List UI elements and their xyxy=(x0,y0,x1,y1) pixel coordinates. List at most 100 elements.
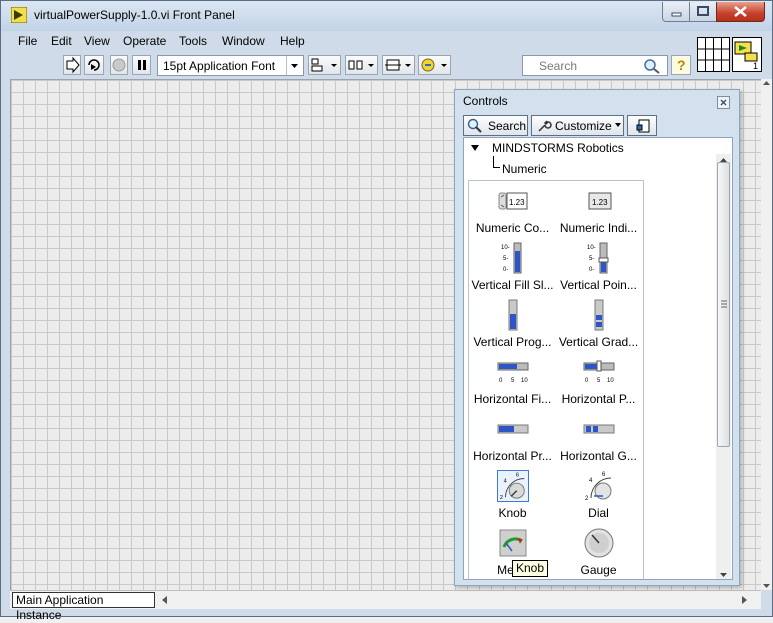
tree-branch-line xyxy=(493,156,500,168)
expand-triangle-icon[interactable] xyxy=(470,143,480,153)
svg-text:10-: 10- xyxy=(501,245,510,251)
tree-category-mindstorms[interactable]: MINDSTORMS Robotics xyxy=(492,141,624,155)
resize-objects-button[interactable] xyxy=(382,55,415,75)
search-icon xyxy=(467,118,482,133)
dial-icon: 4 6 2 xyxy=(585,472,612,502)
palette-item-numeric-control[interactable]: 1.23 Numeric Co... xyxy=(470,181,555,238)
palette-item-dial[interactable]: 4 6 2 Dial xyxy=(556,466,641,523)
palette-item-label: Horizontal Pr... xyxy=(473,449,552,463)
palette-search-button[interactable]: Search xyxy=(463,115,528,136)
search-input[interactable]: Search xyxy=(522,55,668,76)
palette-vertical-scrollbar[interactable] xyxy=(716,154,731,579)
menu-operate[interactable]: Operate xyxy=(123,34,166,48)
svg-text:6: 6 xyxy=(516,473,519,479)
palette-search-label: Search xyxy=(488,119,527,133)
palette-scrollbar-thumb[interactable] xyxy=(717,162,730,447)
palette-item-label: Vertical Poin... xyxy=(560,278,637,292)
palette-view-button[interactable] xyxy=(627,115,657,136)
palette-item-horizontal-fill-slide[interactable]: 0 5 10 Horizontal Fi... xyxy=(470,352,555,409)
tree-subcategory-numeric[interactable]: Numeric xyxy=(502,162,547,176)
window-title: virtualPowerSupply-1.0.vi Front Panel xyxy=(34,8,235,22)
svg-text:4: 4 xyxy=(504,478,507,484)
pause-button[interactable] xyxy=(132,55,151,75)
reorder-button[interactable] xyxy=(418,55,451,75)
align-objects-button[interactable] xyxy=(308,55,341,75)
svg-text:2: 2 xyxy=(500,495,503,501)
horizontal-pointer-slide-icon: 0 5 10 xyxy=(583,360,615,384)
distribute-objects-button[interactable] xyxy=(345,55,378,75)
palette-item-vertical-fill-slide[interactable]: 10- 5- 0- Vertical Fill Sl... xyxy=(470,238,555,295)
svg-text:2: 2 xyxy=(585,496,589,502)
menu-tools[interactable]: Tools xyxy=(179,34,207,48)
svg-text:0-: 0- xyxy=(503,267,508,273)
minimize-button[interactable] xyxy=(662,2,690,22)
palette-item-numeric-indicator[interactable]: 1.23 Numeric Indi... xyxy=(556,181,641,238)
scroll-left-icon[interactable] xyxy=(160,594,170,606)
search-placeholder: Search xyxy=(539,59,578,73)
help-button[interactable]: ? xyxy=(671,55,691,75)
palette-item-horizontal-pointer-slide[interactable]: 0 5 10 Horizontal P... xyxy=(556,352,641,409)
svg-text:5: 5 xyxy=(597,378,601,384)
front-panel-window: virtualPowerSupply-1.0.vi Front Panel Fi… xyxy=(0,0,773,622)
gauge-icon xyxy=(584,528,614,558)
svg-text:10: 10 xyxy=(521,378,528,384)
menu-view[interactable]: View xyxy=(84,34,110,48)
svg-text:6: 6 xyxy=(602,472,606,478)
meter-icon xyxy=(499,529,527,557)
controls-palette[interactable]: Controls Search Customize MINDSTORMS Rob… xyxy=(454,89,740,586)
palette-item-knob[interactable]: 4 6 2 Knob xyxy=(470,466,555,523)
palette-item-vertical-pointer-slide[interactable]: 10- 5- 0- Vertical Poin... xyxy=(556,238,641,295)
palette-item-vertical-progress-bar[interactable]: Vertical Prog... xyxy=(470,295,555,352)
search-icon[interactable] xyxy=(643,58,661,74)
palette-item-vertical-graduated-bar[interactable]: Vertical Grad... xyxy=(556,295,641,352)
svg-text:0-: 0- xyxy=(589,267,594,273)
run-continuously-button[interactable] xyxy=(84,55,104,75)
palette-item-label: Vertical Prog... xyxy=(473,335,552,349)
font-selector[interactable]: 15pt Application Font xyxy=(157,55,304,76)
vertical-pointer-slide-icon: 10- 5- 0- xyxy=(587,242,609,274)
panel-vertical-scrollbar[interactable] xyxy=(761,79,772,590)
palette-close-button[interactable] xyxy=(717,96,730,109)
menu-help[interactable]: Help xyxy=(280,34,305,48)
palette-item-gauge[interactable]: Gauge xyxy=(556,523,641,579)
palette-item-label: Vertical Grad... xyxy=(558,335,639,349)
palette-item-label: Gauge xyxy=(580,563,617,577)
application-instance-label[interactable]: Main Application Instance xyxy=(12,592,155,622)
numeric-indicator-icon: 1.23 xyxy=(588,192,612,210)
svg-text:4: 4 xyxy=(589,478,593,484)
svg-text:5-: 5- xyxy=(503,256,508,262)
palette-item-label: Horizontal G... xyxy=(560,449,637,463)
palette-customize-button[interactable]: Customize xyxy=(531,115,624,136)
abort-button[interactable] xyxy=(110,55,128,75)
svg-text:5-: 5- xyxy=(589,256,594,262)
scroll-right-icon[interactable] xyxy=(739,594,749,606)
menu-file[interactable]: File xyxy=(18,34,37,48)
menu-bar: File Edit View Operate Tools Window Help xyxy=(9,32,689,52)
connector-pane-icon[interactable]: 1 xyxy=(697,37,762,73)
palette-view-icon xyxy=(636,119,650,133)
font-selector-value: 15pt Application Font xyxy=(163,59,276,73)
svg-text:0: 0 xyxy=(585,378,589,384)
palette-item-horizontal-graduated-bar[interactable]: Horizontal G... xyxy=(556,409,641,466)
palette-toolbar: Search Customize xyxy=(463,115,733,137)
menu-edit[interactable]: Edit xyxy=(51,34,72,48)
horizontal-graduated-bar-icon xyxy=(583,424,615,434)
palette-item-label: Numeric Co... xyxy=(475,221,550,235)
palette-customize-label: Customize xyxy=(555,119,612,133)
palette-item-label: Horizontal Fi... xyxy=(473,392,552,406)
palette-item-horizontal-progress-bar[interactable]: Horizontal Pr... xyxy=(470,409,555,466)
menu-window[interactable]: Window xyxy=(222,34,265,48)
title-bar[interactable]: virtualPowerSupply-1.0.vi Front Panel xyxy=(1,1,772,31)
horizontal-progress-bar-icon xyxy=(497,424,529,434)
svg-text:5: 5 xyxy=(511,378,515,384)
palette-title: Controls xyxy=(463,94,508,108)
palette-item-grid: 1.23 Numeric Co... 1.23 Numeric Indi... … xyxy=(468,180,644,579)
status-bar: Main Application Instance xyxy=(10,590,761,622)
svg-text:10: 10 xyxy=(607,378,614,384)
maximize-button[interactable] xyxy=(689,2,717,22)
svg-text:10-: 10- xyxy=(587,245,596,251)
close-button[interactable] xyxy=(716,2,765,22)
run-button[interactable] xyxy=(63,55,81,75)
chevron-down-icon[interactable] xyxy=(286,56,303,75)
svg-text:1: 1 xyxy=(753,61,758,71)
